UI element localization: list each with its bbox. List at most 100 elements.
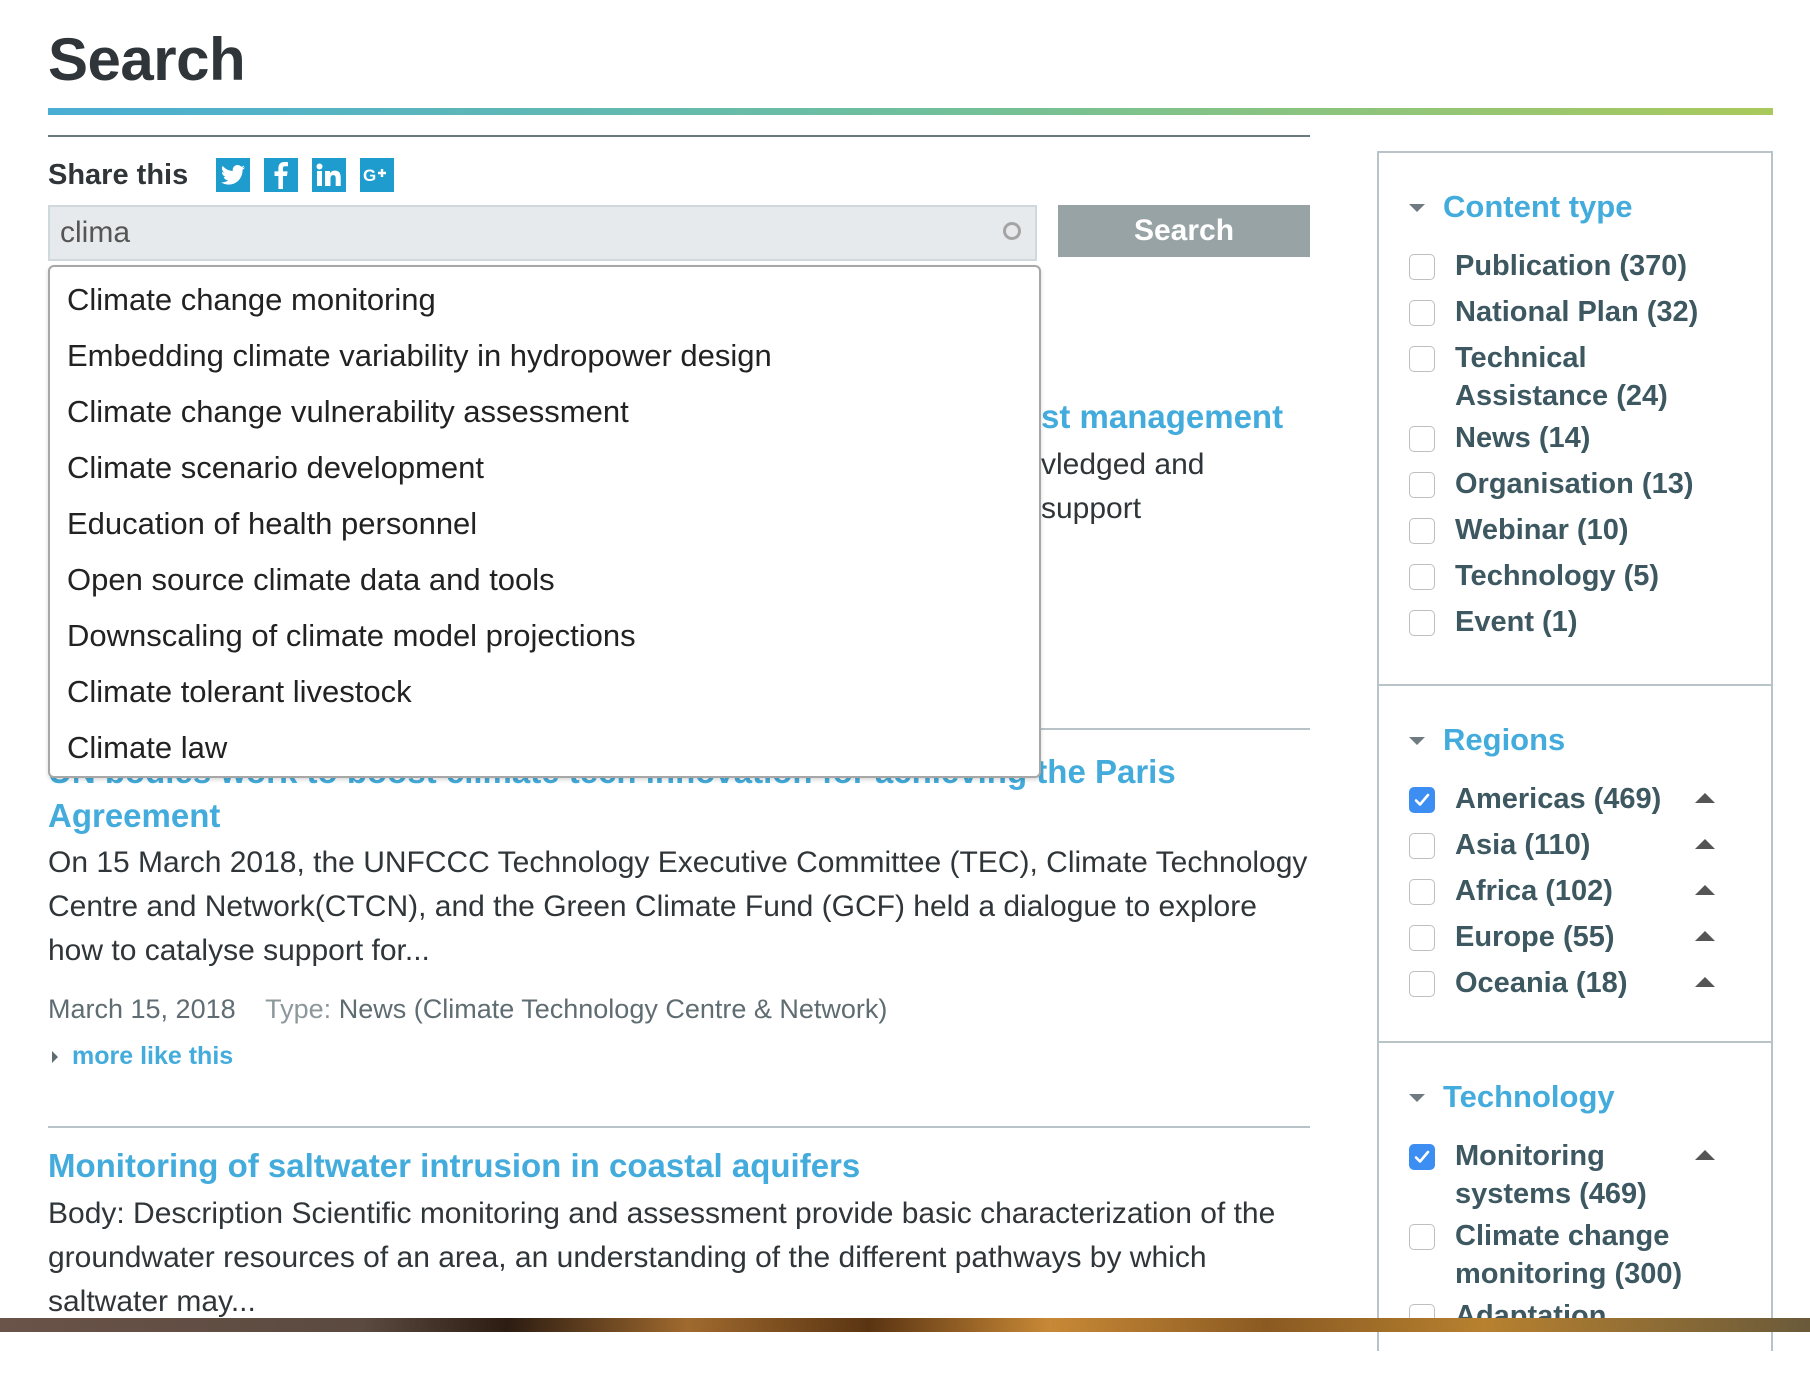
facet-option[interactable]: News (14)	[1409, 415, 1771, 461]
facet-header-technology[interactable]: Technology	[1409, 1075, 1771, 1119]
facet-option[interactable]: Technical Assistance (24)	[1409, 335, 1771, 415]
facet-option-label: Africa (102)	[1455, 875, 1613, 907]
facet-checkbox[interactable]	[1409, 1144, 1435, 1170]
facet-list: Americas (469) Asia (110) Africa (102) Euro…	[1409, 776, 1771, 1006]
facet-option-label: National Plan (32)	[1455, 296, 1699, 328]
facet-checkbox[interactable]	[1409, 346, 1435, 372]
facet-option[interactable]: Oceania (18)	[1409, 960, 1771, 1006]
facet-option[interactable]: Technology (5)	[1409, 553, 1771, 599]
autocomplete-dropdown: Climate change monitoring Embedding clim…	[48, 265, 1041, 778]
autocomplete-suggestion[interactable]: Open source climate data and tools	[50, 555, 1039, 611]
facet-checkbox[interactable]	[1409, 610, 1435, 636]
facet-option[interactable]: Americas (469)	[1409, 776, 1771, 822]
twitter-icon	[221, 165, 246, 185]
facet-checkbox[interactable]	[1409, 472, 1435, 498]
autocomplete-suggestion[interactable]: Climate scenario development	[50, 443, 1039, 499]
autocomplete-suggestion[interactable]: Climate change monitoring	[50, 275, 1039, 331]
expand-subitems-icon[interactable]	[1695, 977, 1715, 987]
result-body-line: support	[1041, 492, 1142, 525]
facet-checkbox[interactable]	[1409, 925, 1435, 951]
facet-title: Technology	[1443, 1079, 1615, 1114]
facet-header-content-type[interactable]: Content type	[1409, 185, 1771, 229]
facet-option-label: Organisation (13)	[1455, 468, 1694, 500]
facet-checkbox[interactable]	[1409, 426, 1435, 452]
autocomplete-suggestion[interactable]: Climate tolerant livestock	[50, 667, 1039, 723]
autocomplete-suggestion[interactable]: Climate law	[50, 723, 1039, 779]
facet-option-label: Europe (55)	[1455, 921, 1615, 953]
facet-option-label: Technology (5)	[1455, 560, 1660, 592]
collapse-triangle-icon	[1409, 737, 1425, 745]
caret-right-icon	[52, 1050, 58, 1063]
expand-subitems-icon[interactable]	[1695, 931, 1715, 941]
facet-option-label: Asia (110)	[1455, 829, 1591, 861]
google-plus-icon: G	[363, 166, 387, 185]
facet-checkbox[interactable]	[1409, 879, 1435, 905]
facet-option[interactable]: Event (1)	[1409, 599, 1771, 645]
facet-header-regions[interactable]: Regions	[1409, 718, 1771, 762]
facet-option[interactable]: Asia (110)	[1409, 822, 1771, 868]
autocomplete-suggestion[interactable]: Climate change vulnerability assessment	[50, 387, 1039, 443]
expand-subitems-icon[interactable]	[1695, 839, 1715, 849]
facet-title: Content type	[1443, 189, 1633, 224]
result-title-link[interactable]: Monitoring of saltwater intrusion in coa…	[48, 1144, 860, 1188]
facet-option-label: Climate change monitoring (300)	[1455, 1220, 1683, 1290]
share-label: Share this	[48, 158, 189, 191]
facet-checkbox[interactable]	[1409, 833, 1435, 859]
facet-option[interactable]: Publication (370)	[1409, 243, 1771, 289]
result-date: March 15, 2018	[48, 994, 236, 1024]
result-meta: March 15, 2018 Type: News (Climate Techn…	[48, 994, 887, 1025]
facet-checkbox[interactable]	[1409, 564, 1435, 590]
facet-option[interactable]: Climate change monitoring (300)	[1409, 1213, 1771, 1293]
facet-checkbox[interactable]	[1409, 518, 1435, 544]
facet-list: Publication (370) National Plan (32) Techn…	[1409, 243, 1771, 645]
result-title-fragment[interactable]: st management	[1041, 395, 1283, 439]
facet-regions: Regions Americas (469) Asia (110) Africa (…	[1379, 686, 1771, 1043]
result-divider	[48, 1126, 1310, 1128]
search-button[interactable]: Search	[1058, 205, 1310, 257]
result-type-value: News (Climate Technology Centre & Networ…	[338, 994, 888, 1024]
facet-option-label: News (14)	[1455, 422, 1591, 454]
facet-content-type: Content type Publication (370) National P…	[1379, 153, 1771, 686]
facet-option-label: Webinar (10)	[1455, 514, 1629, 546]
result-type-label: Type:	[265, 994, 332, 1024]
result-body-line: vledged and	[1041, 448, 1205, 481]
facet-option[interactable]: National Plan (32)	[1409, 289, 1771, 335]
facet-checkbox[interactable]	[1409, 787, 1435, 813]
autocomplete-suggestion[interactable]: Downscaling of climate model projections	[50, 611, 1039, 667]
facet-option[interactable]: Adaptation	[1409, 1293, 1771, 1339]
linkedin-share-button[interactable]	[312, 158, 347, 192]
expand-subitems-icon[interactable]	[1695, 885, 1715, 895]
facet-checkbox[interactable]	[1409, 1224, 1435, 1250]
facet-option-label: Publication (370)	[1455, 250, 1688, 282]
facebook-share-button[interactable]	[264, 158, 299, 192]
expand-subitems-icon[interactable]	[1695, 793, 1715, 803]
facet-option-label: Oceania (18)	[1455, 967, 1628, 999]
facet-option-label: Americas (469)	[1455, 783, 1662, 815]
expand-subitems-icon[interactable]	[1695, 1150, 1715, 1160]
facet-option-label: Technical Assistance (24)	[1455, 342, 1668, 412]
more-like-this-label: more like this	[72, 1042, 234, 1070]
facet-option[interactable]: Monitoring systems (469)	[1409, 1133, 1771, 1213]
facet-title: Regions	[1443, 722, 1566, 757]
autocomplete-suggestion[interactable]: Education of health personnel	[50, 499, 1039, 555]
facet-option[interactable]: Europe (55)	[1409, 914, 1771, 960]
facet-checkbox[interactable]	[1409, 971, 1435, 997]
linkedin-icon	[316, 163, 341, 186]
facet-checkbox[interactable]	[1409, 254, 1435, 280]
filter-sidebar: Content type Publication (370) National P…	[1377, 151, 1773, 1351]
facet-list: Monitoring systems (469) Climate change m…	[1409, 1133, 1771, 1339]
search-input[interactable]	[60, 207, 960, 259]
more-like-this-link[interactable]: more like this	[48, 1042, 233, 1071]
facet-option[interactable]: Organisation (13)	[1409, 461, 1771, 507]
facet-option-label: Event (1)	[1455, 606, 1578, 638]
facet-checkbox[interactable]	[1409, 300, 1435, 326]
checkmark-icon	[1414, 1150, 1430, 1163]
twitter-share-button[interactable]	[216, 158, 251, 192]
google-plus-share-button[interactable]: G	[360, 158, 395, 192]
autocomplete-suggestion[interactable]: Embedding climate variability in hydropo…	[50, 331, 1039, 387]
facet-option[interactable]: Webinar (10)	[1409, 507, 1771, 553]
result-body-fragment: vledged and support	[1041, 443, 1341, 531]
facet-option[interactable]: Africa (102)	[1409, 868, 1771, 914]
clear-search-icon[interactable]	[1003, 222, 1021, 240]
desktop-wallpaper-strip	[0, 1318, 1810, 1332]
